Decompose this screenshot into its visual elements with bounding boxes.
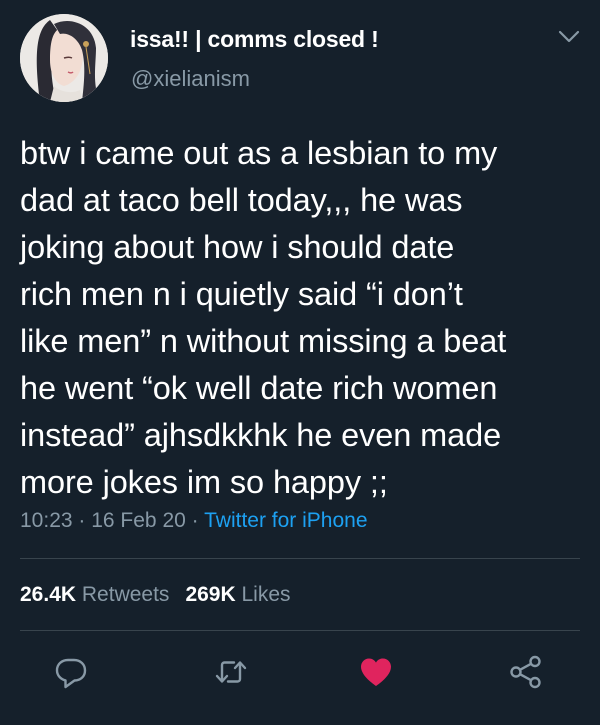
avatar-image	[20, 14, 108, 102]
tweet-text: btw i came out as a lesbian to my dad at…	[20, 135, 507, 500]
chevron-down-icon[interactable]	[557, 28, 581, 46]
display-name[interactable]: issa!! | comms closed !	[130, 26, 379, 53]
heart-icon[interactable]	[357, 653, 395, 691]
avatar[interactable]	[20, 14, 108, 102]
meta-separator: ·	[185, 509, 205, 532]
retweets-count: 26.4K	[20, 583, 77, 606]
retweet-icon[interactable]	[212, 653, 250, 691]
engagement-stats: 26.4K Retweets 269K Likes	[20, 583, 291, 607]
share-icon[interactable]	[507, 653, 545, 691]
user-handle[interactable]: @xielianism	[131, 66, 250, 92]
retweets-stat[interactable]: 26.4K Retweets	[20, 583, 169, 606]
tweet-date[interactable]: 16 Feb 20	[91, 509, 186, 532]
divider	[20, 630, 580, 631]
likes-label: Likes	[241, 583, 291, 606]
tweet-source-link[interactable]: Twitter for iPhone	[204, 509, 367, 532]
tweet-time[interactable]: 10:23	[20, 509, 73, 532]
meta-separator: ·	[72, 509, 92, 532]
likes-count: 269K	[185, 583, 236, 606]
reply-icon[interactable]	[52, 653, 90, 691]
divider	[20, 558, 580, 559]
retweets-label: Retweets	[81, 583, 170, 606]
tweet-meta: 10:23 · 16 Feb 20 · Twitter for iPhone	[20, 509, 368, 533]
tweet-card: issa!! | comms closed ! @xielianism btw …	[0, 0, 600, 725]
likes-stat[interactable]: 269K Likes	[185, 583, 290, 606]
